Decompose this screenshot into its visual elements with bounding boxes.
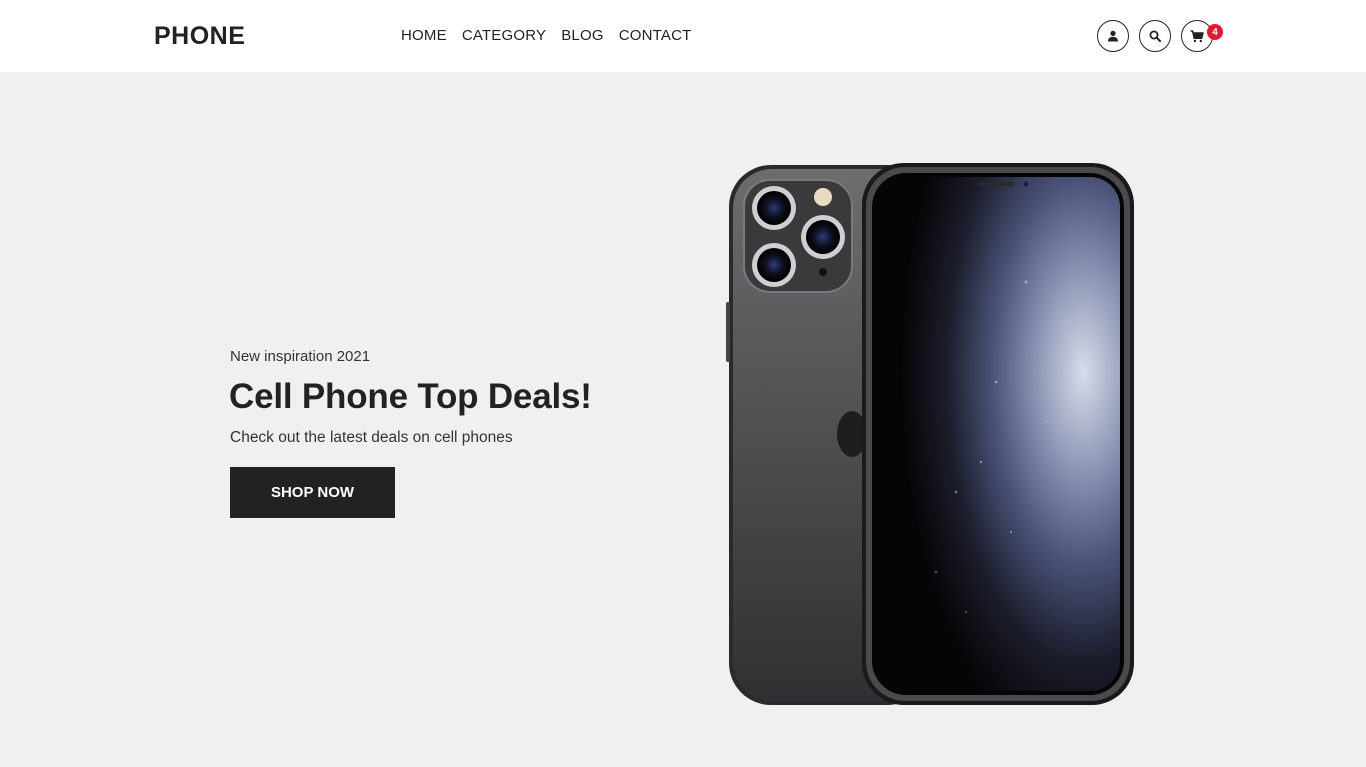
user-icon (1108, 30, 1118, 42)
phone-product-image (726, 163, 1134, 705)
shop-now-button[interactable]: SHOP NOW (230, 467, 395, 518)
hero-eyebrow: New inspiration 2021 (230, 348, 371, 365)
cart-count-badge: 4 (1207, 24, 1223, 40)
account-button[interactable] (1097, 20, 1129, 52)
nav-item-home[interactable]: HOME (401, 27, 447, 44)
nav-item-blog[interactable]: BLOG (561, 27, 603, 44)
site-header: PHONE HOME CATEGORY BLOG CONTACT 4 (0, 0, 1366, 72)
hero-banner: New inspiration 2021 Cell Phone Top Deal… (0, 72, 1366, 767)
cart-icon (1190, 29, 1204, 42)
search-icon (1149, 30, 1161, 42)
site-logo[interactable]: PHONE (154, 22, 245, 51)
main-nav: HOME CATEGORY BLOG CONTACT (401, 27, 692, 44)
hero-headline: Cell Phone Top Deals! (229, 377, 592, 416)
nav-item-category[interactable]: CATEGORY (462, 27, 546, 44)
hero-subtext: Check out the latest deals on cell phone… (230, 429, 513, 446)
nav-item-contact[interactable]: CONTACT (619, 27, 692, 44)
search-button[interactable] (1139, 20, 1171, 52)
